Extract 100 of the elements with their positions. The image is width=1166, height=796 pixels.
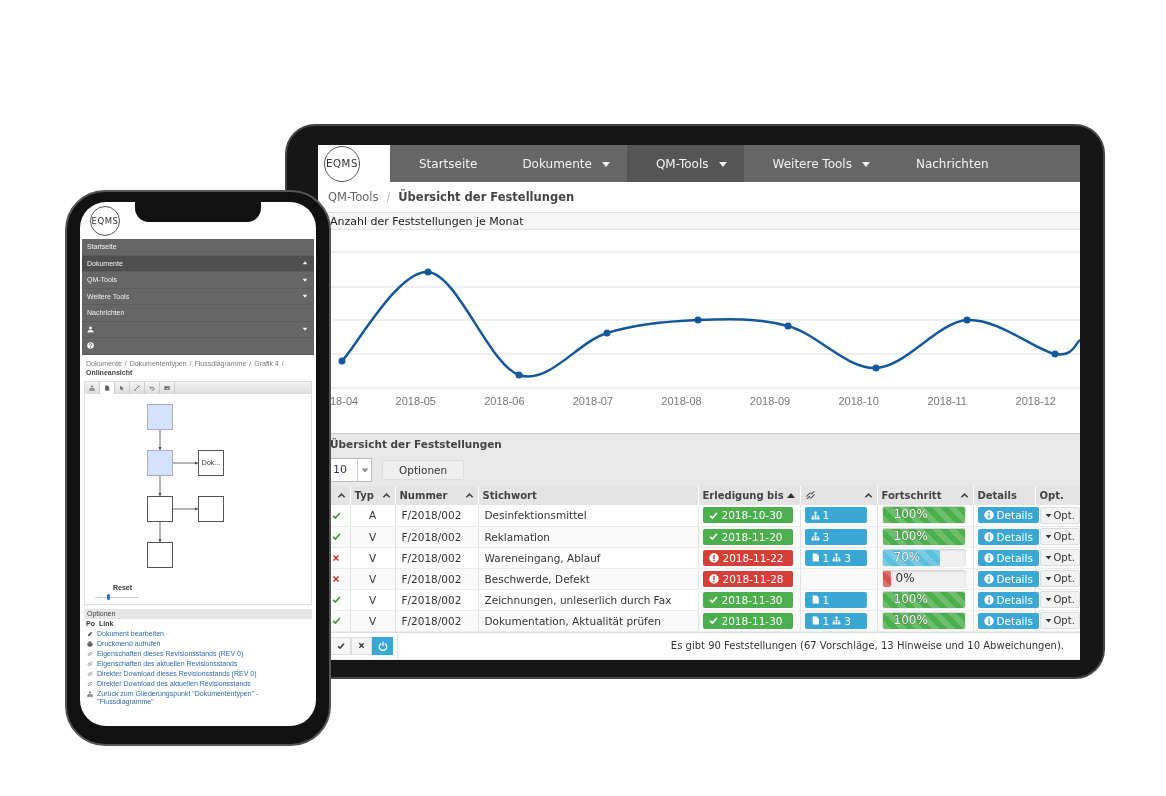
breadcrumb-link[interactable]: QM-Tools (328, 190, 379, 204)
data-point (424, 268, 432, 276)
table-cell: Zeichnungen, unleserlich durch Fax (478, 589, 698, 610)
summary-text: Es gibt 90 Feststellungen (67 Vorschläge, 13 Hinweise und 10 Abweichungen). (669, 639, 1065, 653)
table-cell: Reklamation (478, 526, 698, 547)
info-icon (983, 552, 994, 563)
table-cell: Desinfektionsmittel (478, 505, 698, 526)
power-icon (377, 640, 388, 651)
exclamation-icon (708, 552, 719, 563)
table-cell: F/2018/002 (395, 505, 478, 526)
option-button[interactable]: Opt. (1039, 528, 1080, 545)
connector-icon (134, 384, 140, 391)
sitemap-icon (832, 553, 842, 562)
progress-label: 0% (895, 570, 915, 585)
caret-down-icon (1044, 533, 1052, 540)
sitemap-icon (87, 691, 93, 697)
close-button[interactable] (351, 636, 372, 655)
document-icon (810, 616, 820, 625)
exclamation-icon (708, 573, 719, 584)
pointer-icon (119, 384, 125, 391)
table-cell: Wareneingang, Ablauf (478, 547, 698, 568)
axis-label: 2018-06 (484, 395, 525, 407)
slider-thumb[interactable] (106, 594, 110, 600)
progress-label: 100% (893, 507, 928, 522)
data-point (784, 322, 792, 330)
table-cell: A (350, 505, 395, 526)
due-date: 2018-11-30 (721, 614, 783, 627)
tool-tab[interactable] (100, 381, 115, 394)
option-button[interactable]: Opt. (1039, 570, 1080, 587)
document-icon (104, 384, 110, 391)
diagram-node[interactable] (147, 495, 173, 522)
info-icon (983, 531, 994, 542)
info-icon (983, 510, 994, 521)
diagram-node[interactable] (147, 541, 173, 568)
caret-down-icon (1044, 596, 1052, 603)
link-icon (87, 661, 93, 667)
axis-label: 18-04 (330, 395, 359, 407)
nav-item[interactable]: QM-Tools (626, 145, 744, 182)
data-point (515, 371, 523, 379)
option-button[interactable]: Opt. (1039, 591, 1080, 608)
link-icon (87, 681, 93, 687)
option-button[interactable]: Opt. (1039, 612, 1080, 629)
axis-label: 2018-08 (661, 395, 702, 407)
sitemap-icon (810, 532, 820, 541)
due-date: 2018-11-22 (722, 551, 784, 564)
axis-label: 2018-07 (572, 395, 614, 407)
help-icon (87, 342, 94, 350)
axis-label: 2018-05 (395, 395, 436, 407)
due-date: 2018-11-30 (721, 593, 783, 606)
sitemap-icon (89, 384, 95, 391)
sitemap-icon (832, 616, 842, 625)
axis-label: 2018-11 (927, 395, 967, 407)
info-icon (983, 594, 994, 605)
data-point (963, 316, 971, 324)
caret-down-icon (1044, 511, 1052, 519)
caret-down-icon (1044, 554, 1052, 561)
progress-label: 100% (893, 591, 928, 606)
pencil-icon (87, 631, 93, 637)
link-icon (87, 671, 93, 677)
table-cell: Beschwerde, Defekt (478, 568, 698, 589)
confirm-button[interactable] (330, 636, 351, 655)
due-date: 2018-10-30 (721, 509, 783, 522)
sitemap-icon (810, 510, 820, 520)
document-icon (810, 595, 820, 604)
column-header[interactable]: Stichwort (482, 490, 537, 501)
cross-icon (358, 642, 365, 649)
data-point (1051, 350, 1059, 358)
page-size-select[interactable]: 10 (330, 457, 372, 482)
data-point (694, 316, 702, 324)
diagram-node[interactable] (147, 449, 173, 476)
breadcrumb-separator: / (386, 190, 391, 204)
data-point (872, 364, 880, 372)
breadcrumb-current: Übersicht der Festellungen (398, 190, 575, 204)
data-point (603, 329, 611, 337)
check-icon (708, 595, 718, 604)
image-icon (164, 384, 170, 391)
check-icon (708, 616, 718, 625)
document-icon (810, 553, 820, 562)
caret-down-icon (360, 465, 369, 474)
info-icon (983, 573, 994, 584)
progress-label: 70% (893, 549, 921, 564)
due-date: 2018-11-28 (722, 572, 784, 585)
option-button[interactable]: Opt. (1039, 549, 1080, 566)
option-button[interactable]: Opt. (1039, 506, 1080, 524)
data-point (338, 357, 346, 365)
progress-label: 100% (893, 612, 928, 627)
user-icon (87, 325, 94, 333)
options-button[interactable]: Optionen (382, 459, 465, 480)
check-icon (336, 641, 345, 650)
link-icon (87, 651, 93, 657)
axis-label: 2018-10 (838, 395, 879, 407)
section-title: Übersicht der Feststellungen (329, 436, 503, 452)
link-icon (804, 490, 816, 501)
diagram-node[interactable] (198, 495, 224, 522)
diagram-node[interactable] (147, 403, 173, 430)
axis-label: 2018-09 (749, 395, 791, 407)
due-date: 2018-11-20 (721, 530, 783, 543)
printer-icon (87, 641, 93, 647)
undo-icon (149, 384, 155, 391)
info-icon (983, 615, 994, 626)
